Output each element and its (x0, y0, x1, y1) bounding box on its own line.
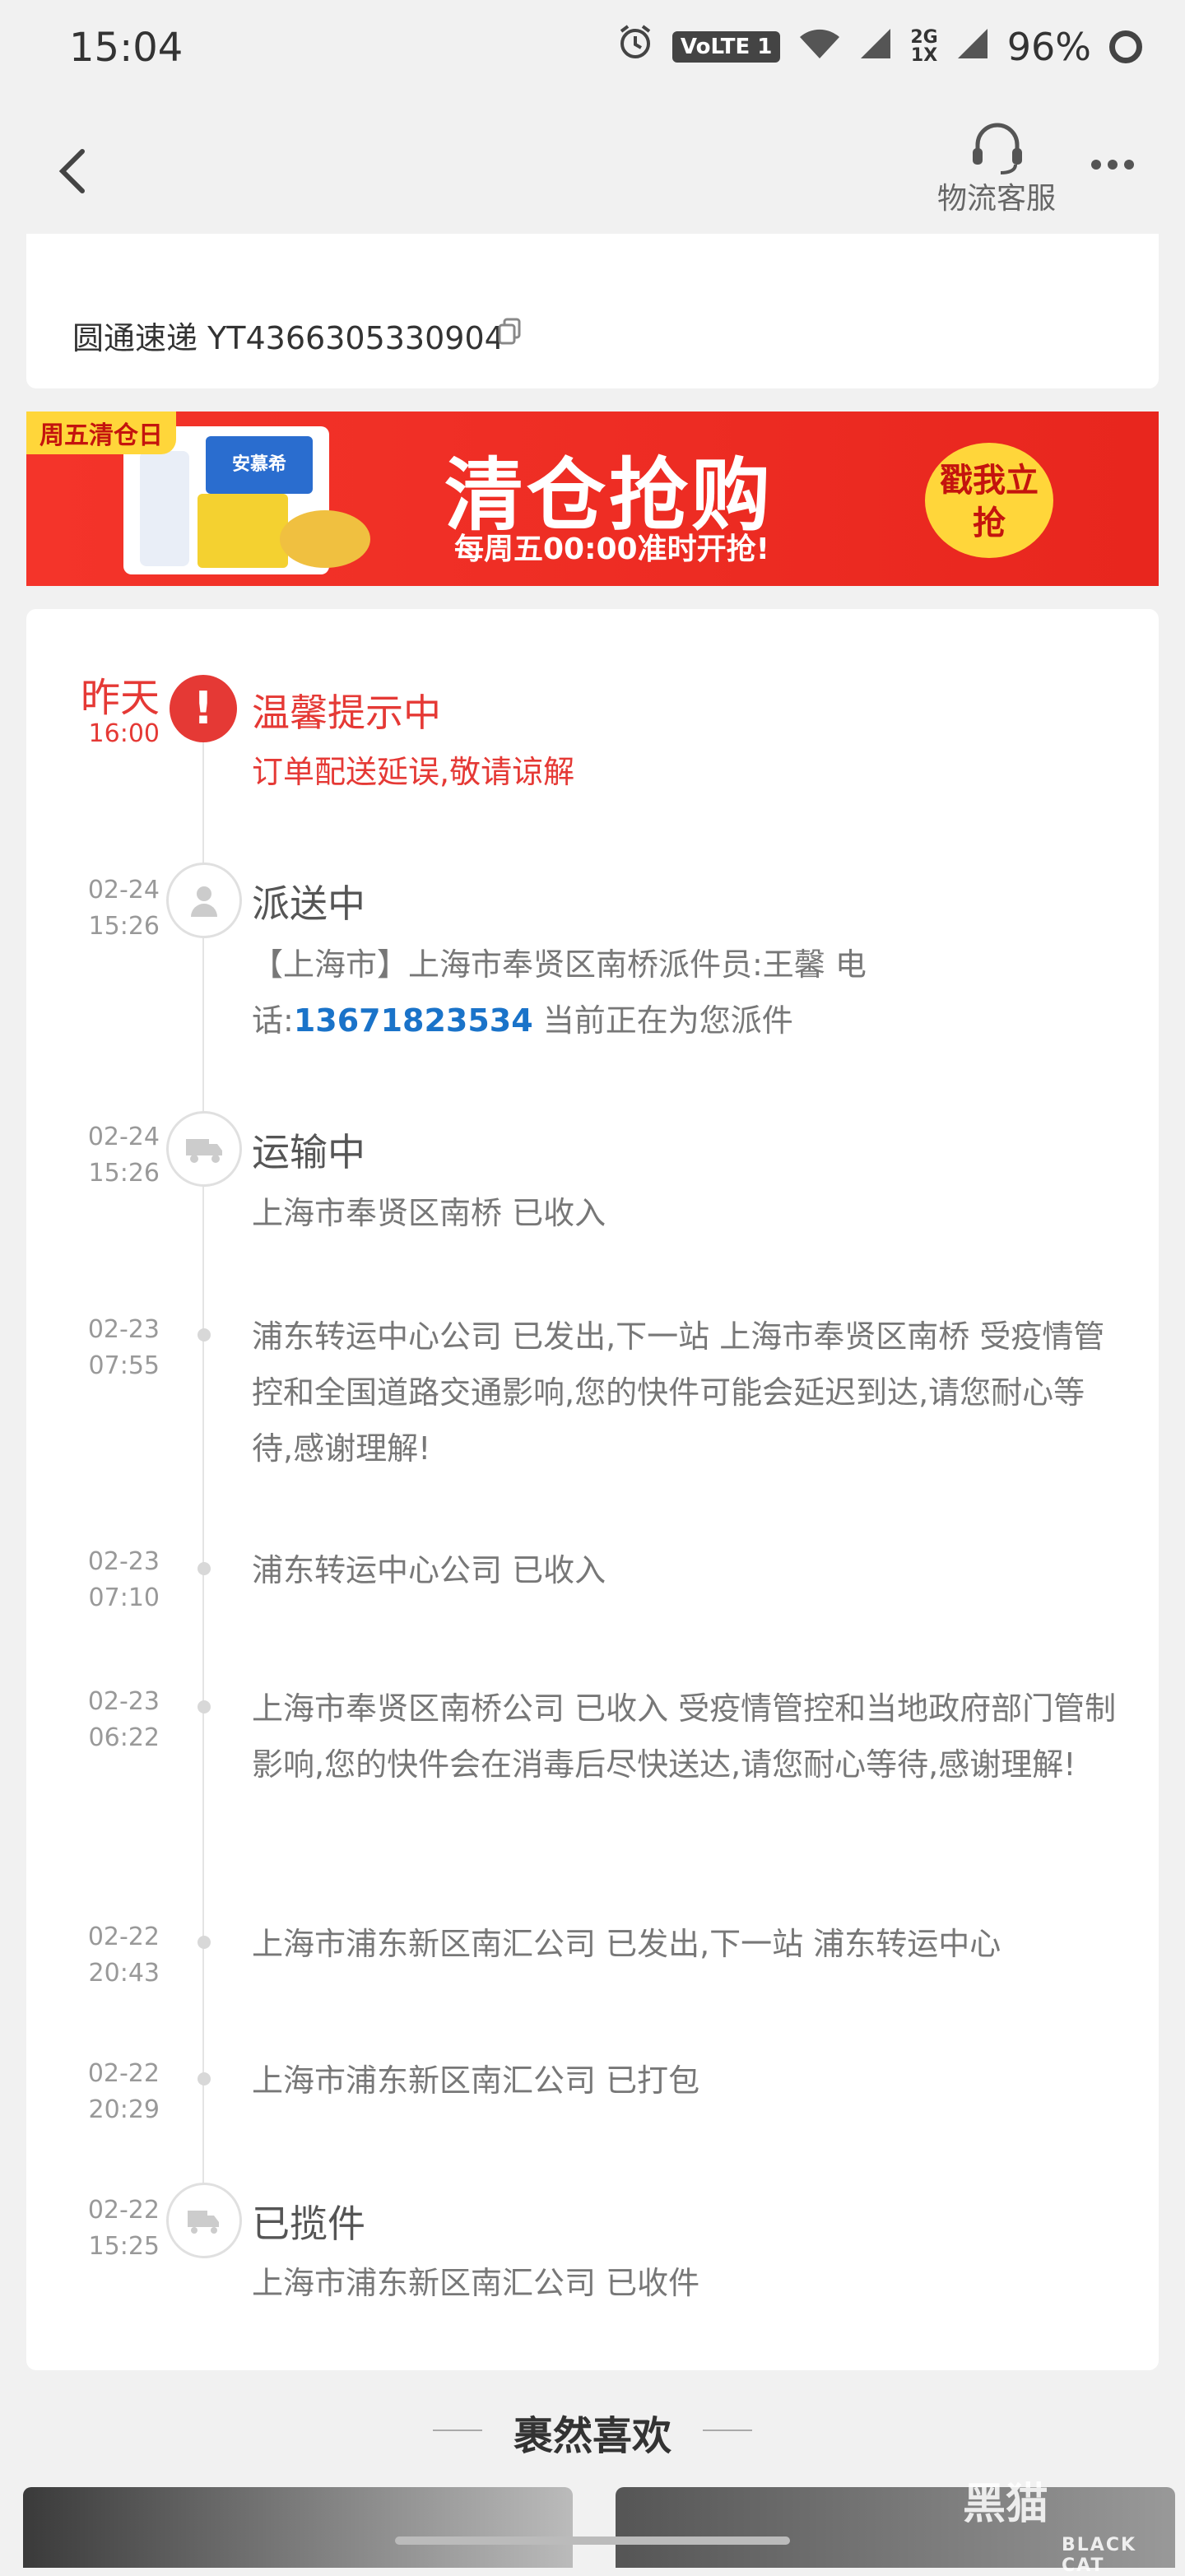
entry-desc: 浦东转运中心公司 已收入 (252, 1552, 606, 1588)
tracking-number: 圆通速递 YT4366305330904 (72, 320, 504, 356)
entry-desc: 【上海市】上海市奉贤区南桥派件员:王馨 电话:13671823534 当前正在为… (252, 946, 867, 1039)
tracking-card (26, 234, 1159, 388)
entry-title: 温馨提示中 (252, 690, 441, 735)
entry-date: 02-22 20:43 (87, 1923, 160, 1988)
entry-date: 02-22 15:25 (87, 2196, 160, 2261)
battery-icon (1109, 30, 1142, 63)
entry-desc: 上海市浦东新区南汇公司 已收件 (252, 2265, 700, 2301)
entry-desc: 浦东转运中心公司 已发出,下一站 上海市奉贤区南桥 受疫情管控和全国道路交通影响… (252, 1318, 1105, 1467)
network-type: 2G 1X (910, 26, 938, 66)
headset-icon[interactable] (964, 115, 1030, 181)
timeline-dot (198, 1562, 211, 1575)
copy-icon[interactable] (497, 318, 522, 346)
product-snack (198, 494, 288, 568)
entry-date: 02-24 15:26 (87, 1123, 160, 1188)
product-box: 安慕希 (206, 436, 313, 494)
entry-title: 派送中 (252, 881, 365, 926)
entry-date: 02-22 20:29 (87, 2059, 160, 2124)
entry-date: 昨天 16:00 (80, 675, 160, 748)
more-icon[interactable] (1091, 160, 1134, 170)
entry-date: 02-23 07:55 (87, 1315, 160, 1380)
wifi-icon (798, 25, 841, 69)
alarm-icon (616, 23, 654, 70)
status-time: 15:04 (69, 25, 184, 71)
signal-icon (859, 25, 892, 69)
status-icons: VoLTE 1 2G 1X 96% (616, 23, 1142, 70)
entry-date: 02-23 06:22 (87, 1687, 160, 1752)
customer-service-button[interactable]: 物流客服 (927, 174, 1066, 217)
timeline-dot (198, 1328, 211, 1341)
package-truck-icon (166, 2183, 242, 2258)
signal-icon-2 (956, 25, 989, 69)
watermark-logo: 黑猫 (963, 2480, 1049, 2529)
entry-desc: 上海市浦东新区南汇公司 已发出,下一站 浦东转运中心 (252, 1926, 1001, 1962)
home-indicator[interactable] (395, 2536, 790, 2545)
divider-right (703, 2430, 752, 2431)
entry-date: 02-24 15:26 (87, 876, 160, 941)
volte-badge: VoLTE 1 (672, 30, 781, 63)
section-title: 裹然喜欢 (513, 2413, 672, 2459)
entry-desc: 订单配送延误,敬请谅解 (252, 754, 575, 790)
banner-subtitle: 每周五00:00准时开抢! (454, 532, 770, 566)
timeline-dot (198, 1936, 211, 1949)
courier-person-icon (166, 863, 242, 938)
entry-desc: 上海市奉贤区南桥 已收入 (252, 1195, 606, 1231)
entry-date: 02-23 07:10 (87, 1547, 160, 1612)
timeline-dot (198, 1700, 211, 1713)
banner-grab-button[interactable]: 戳我立抢 (925, 443, 1053, 558)
truck-icon (166, 1111, 242, 1187)
entry-desc: 上海市奉贤区南桥公司 已收入 受疫情管控和当地政府部门管制影响,您的快件会在消毒… (252, 1690, 1117, 1783)
alert-icon: ! (170, 675, 237, 742)
product-cookie (280, 510, 370, 568)
product-card-image[interactable] (23, 2487, 573, 2568)
entry-title: 已揽件 (252, 2202, 365, 2246)
back-icon[interactable] (54, 146, 91, 196)
timeline-dot (198, 2072, 211, 2085)
banner-tag: 周五清仓日 (26, 412, 176, 454)
watermark-text: BLACK CAT (1062, 2535, 1137, 2576)
product-bottle (140, 451, 189, 566)
battery-percent: 96% (1006, 24, 1091, 69)
entry-title: 运输中 (252, 1130, 365, 1174)
entry-desc: 上海市浦东新区南汇公司 已打包 (252, 2062, 700, 2099)
courier-phone-link[interactable]: 13671823534 (294, 1002, 533, 1039)
